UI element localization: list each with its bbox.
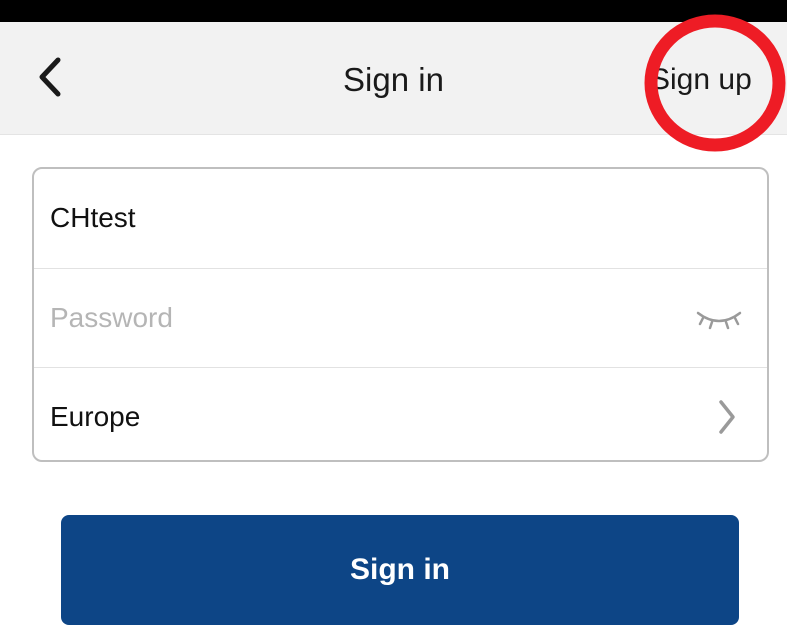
region-selector[interactable]: Europe: [34, 367, 767, 460]
username-value: CHtest: [50, 202, 136, 233]
status-bar: [0, 0, 787, 22]
signin-form: CHtest Password Europe: [32, 167, 769, 462]
username-field[interactable]: CHtest: [34, 169, 767, 268]
password-field[interactable]: Password: [34, 268, 767, 367]
navigation-bar: Sign in Sign up: [0, 22, 787, 135]
password-placeholder: Password: [50, 302, 173, 333]
region-value: Europe: [50, 401, 141, 432]
chevron-right-icon: [719, 400, 735, 434]
eye-closed-icon[interactable]: [695, 307, 743, 333]
signup-button[interactable]: Sign up: [650, 60, 780, 100]
signin-button[interactable]: Sign in: [61, 515, 739, 625]
